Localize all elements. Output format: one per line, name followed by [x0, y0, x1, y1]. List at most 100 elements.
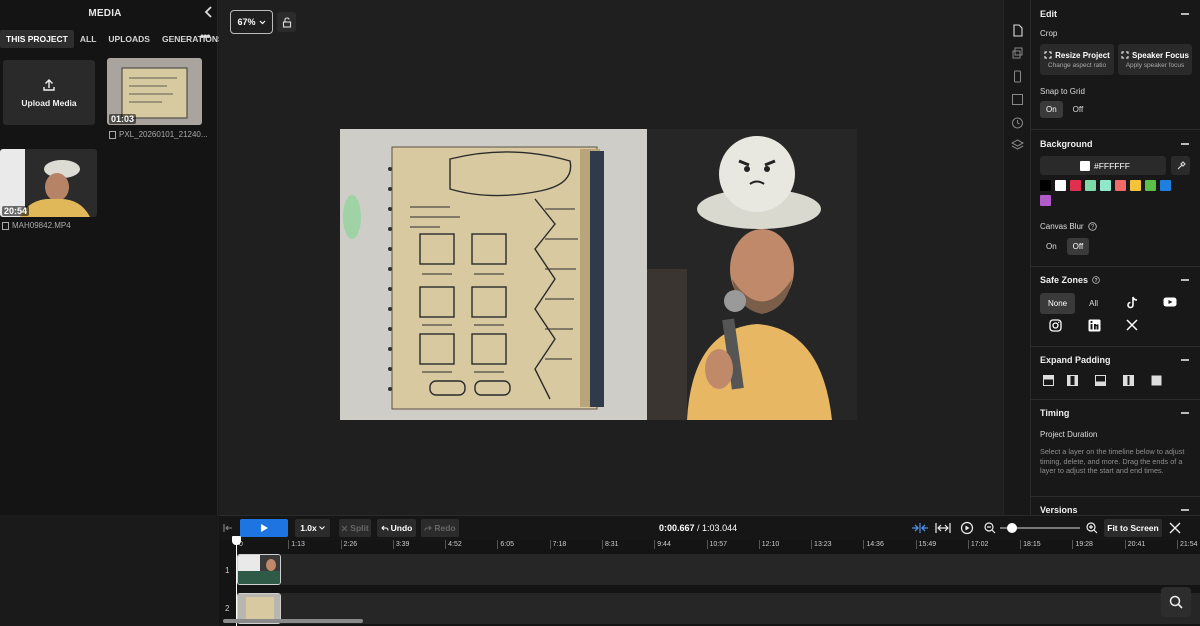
close-icon[interactable] [1169, 522, 1181, 534]
collapse-padding-icon[interactable] [1181, 359, 1189, 361]
eyedropper-button[interactable] [1171, 156, 1190, 175]
project-duration-label: Project Duration [1040, 430, 1098, 439]
square-icon[interactable] [1011, 93, 1024, 106]
ruler-tick-label: 18:15 [1020, 540, 1041, 549]
padding-full-icon[interactable] [1148, 372, 1164, 388]
zoom-in-icon[interactable] [1086, 522, 1098, 534]
collapse-safe-zones-icon[interactable] [1181, 279, 1189, 281]
instagram-icon[interactable] [1047, 317, 1063, 333]
collapse-background-icon[interactable] [1181, 143, 1189, 145]
timeline-clip-speaker[interactable] [237, 554, 281, 585]
timeline-toolbar: 1.0x Split Undo Redo 0:00.667 / 1:03.044 [219, 516, 1200, 540]
chevron-down-icon [318, 526, 325, 530]
playhead-handle[interactable] [232, 536, 241, 545]
redo-button[interactable]: Redo [421, 519, 459, 537]
background-heading: Background [1040, 139, 1093, 149]
zoom-slider-handle[interactable] [1007, 523, 1017, 533]
snap-off[interactable]: Off [1067, 101, 1090, 118]
padding-sides-icon[interactable] [1064, 372, 1080, 388]
color-swatch[interactable] [1115, 180, 1126, 191]
x-twitter-icon[interactable] [1124, 317, 1140, 333]
speaker-focus-button[interactable]: Speaker Focus Apply speaker focus [1118, 44, 1192, 75]
collapse-edit-icon[interactable] [1181, 13, 1189, 15]
copy-icon[interactable] [1011, 47, 1024, 60]
timeline-scrollbar[interactable] [223, 619, 363, 623]
ruler-tick-label: 10:57 [706, 540, 727, 549]
mobile-icon[interactable] [1011, 70, 1024, 83]
properties-panel: Edit Crop Resize Project Change aspect r… [1030, 0, 1200, 515]
file-icon[interactable] [1011, 24, 1024, 37]
color-swatch[interactable] [1160, 180, 1171, 191]
color-swatch[interactable] [1145, 180, 1156, 191]
color-swatch[interactable] [1085, 180, 1096, 191]
preview-speaker-layer[interactable] [647, 129, 857, 420]
ruler-tick-label: 17:02 [967, 540, 988, 549]
tab-this-project[interactable]: THIS PROJECT [0, 30, 74, 48]
collapse-panel-icon[interactable] [202, 5, 216, 19]
fit-to-screen-button[interactable]: Fit to Screen [1104, 519, 1162, 537]
zoom-out-icon[interactable] [984, 522, 996, 534]
track-number: 1 [225, 566, 230, 575]
timer-icon[interactable] [1011, 116, 1024, 129]
playback-speed-select[interactable]: 1.0x [295, 519, 330, 537]
playback-loop-icon[interactable] [960, 521, 974, 535]
youtube-icon[interactable] [1162, 294, 1178, 310]
undo-button[interactable]: Undo [377, 519, 416, 537]
color-swatch[interactable] [1070, 180, 1081, 191]
total-time: 1:03.044 [702, 523, 738, 533]
padding-top-icon[interactable] [1040, 372, 1056, 388]
color-swatch[interactable] [1055, 180, 1066, 191]
collapse-timing-icon[interactable] [1181, 412, 1189, 414]
ruler-tick-label: 1:13 [288, 540, 305, 549]
layers-icon[interactable] [1011, 139, 1024, 152]
linkedin-icon[interactable] [1086, 317, 1102, 333]
help-icon[interactable]: ? [1092, 276, 1100, 284]
help-icon[interactable]: ? [1087, 222, 1097, 231]
timeline-ruler[interactable]: 0 1:13 2:26 3:39 4:52 6:05 7:18 8:31 9:44 10:57 12… [219, 540, 1200, 554]
track-row[interactable] [236, 593, 1200, 624]
track-row[interactable] [236, 554, 1200, 585]
search-button[interactable] [1161, 587, 1191, 617]
media-filename: MAH09842.MP4 [2, 221, 71, 230]
resize-icon [1044, 51, 1052, 59]
media-thumbnail-speaker[interactable]: 20:54 [0, 149, 97, 217]
collapse-versions-icon[interactable] [1181, 509, 1189, 511]
padding-bottom-icon[interactable] [1092, 372, 1108, 388]
video-preview[interactable] [340, 129, 857, 420]
safe-zone-none[interactable]: None [1040, 293, 1076, 314]
safe-zone-all[interactable]: All [1079, 293, 1108, 314]
color-swatch[interactable] [1040, 180, 1051, 191]
background-color-input[interactable]: #FFFFFF [1040, 156, 1166, 175]
blur-on[interactable]: On [1040, 238, 1063, 255]
zoom-value: 67% [237, 17, 256, 27]
media-tabs: THIS PROJECT ALL UPLOADS GENERATIONS [0, 30, 230, 48]
upload-media-button[interactable]: Upload Media [3, 60, 95, 125]
color-swatch[interactable] [1100, 180, 1111, 191]
preview-notebook-layer[interactable] [340, 129, 647, 420]
playhead[interactable] [236, 537, 237, 626]
snap-on[interactable]: On [1040, 101, 1063, 118]
ruler-tick-label: 3:39 [392, 540, 409, 549]
tiktok-icon[interactable] [1124, 294, 1140, 310]
color-swatch[interactable] [1130, 180, 1141, 191]
svg-text:?: ? [1094, 278, 1097, 284]
versions-heading: Versions [1040, 505, 1078, 515]
tab-all[interactable]: ALL [74, 30, 103, 48]
collapse-left-icon[interactable] [223, 523, 233, 533]
blur-off[interactable]: Off [1066, 238, 1090, 255]
timing-heading: Timing [1040, 408, 1070, 418]
aspect-lock-button[interactable] [277, 12, 296, 32]
padding-vertical-icon[interactable] [1120, 372, 1136, 388]
media-thumbnail-notebook[interactable]: 01:03 [107, 58, 202, 125]
split-button[interactable]: Split [339, 519, 371, 537]
zoom-select[interactable]: 67% [230, 10, 273, 34]
more-options-icon[interactable]: ••• [200, 29, 211, 43]
tab-uploads[interactable]: UPLOADS [102, 30, 156, 48]
fit-range-icon[interactable] [935, 522, 951, 534]
split-clip-icon[interactable] [911, 522, 929, 534]
color-swatch[interactable] [1040, 195, 1051, 206]
safe-zone-options: None All [1040, 293, 1108, 314]
snap-to-grid-label: Snap to Grid [1040, 87, 1085, 96]
resize-project-button[interactable]: Resize Project Change aspect ratio [1040, 44, 1114, 75]
play-button[interactable] [240, 519, 288, 537]
